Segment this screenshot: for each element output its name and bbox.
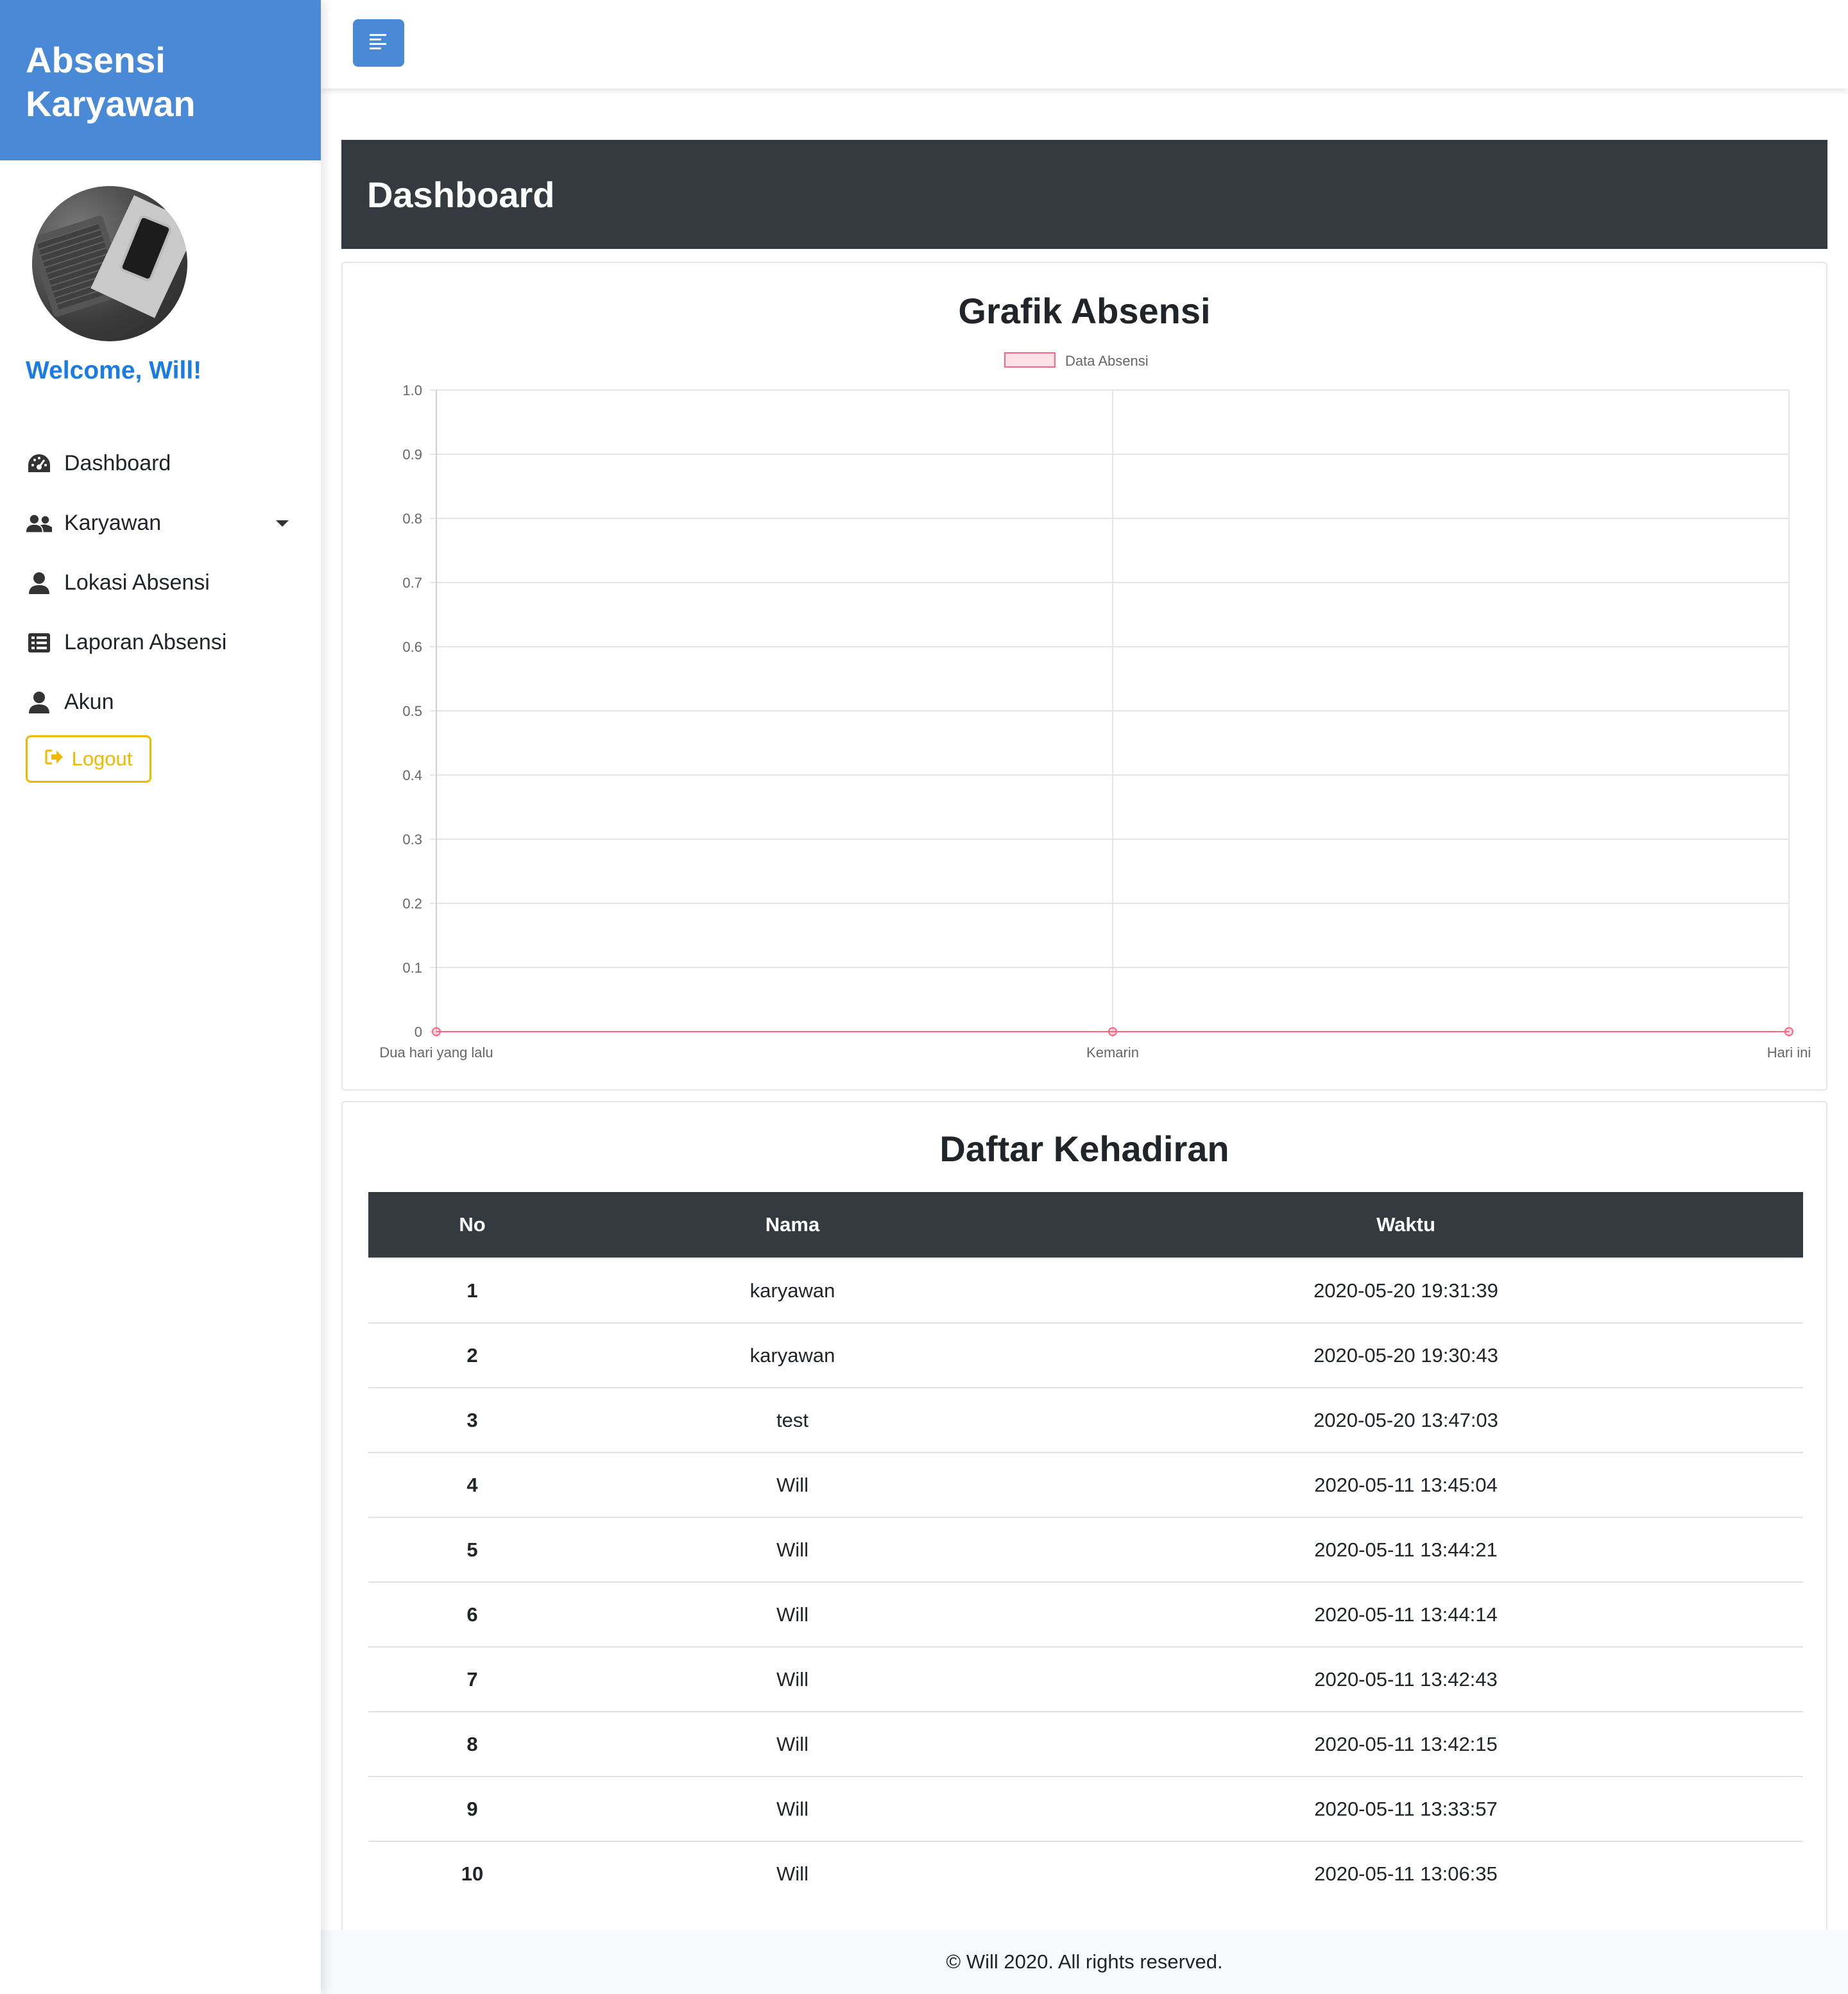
cell-no: 3: [368, 1387, 576, 1453]
table-header-row: No Nama Waktu: [368, 1192, 1803, 1258]
user-icon: [26, 689, 53, 716]
sidebar-item-label: Karyawan: [64, 511, 162, 535]
tachometer-icon: [26, 450, 53, 477]
y-tick-label: 0.6: [402, 639, 422, 655]
attendance-table-card: Daftar Kehadiran No Nama Waktu 1 karyawan…: [341, 1101, 1827, 1935]
footer: © Will 2020. All rights reserved.: [321, 1930, 1848, 1994]
table-row: 8 Will 2020-05-11 13:42:15: [368, 1711, 1803, 1777]
table-row: 10 Will 2020-05-11 13:06:35: [368, 1841, 1803, 1905]
cell-waktu: 2020-05-11 13:33:57: [1009, 1776, 1803, 1841]
cell-nama: karyawan: [576, 1257, 1009, 1323]
cell-no: 8: [368, 1711, 576, 1777]
cell-nama: Will: [576, 1581, 1009, 1647]
table-row: 1 karyawan 2020-05-20 19:31:39: [368, 1257, 1803, 1323]
cell-nama: test: [576, 1387, 1009, 1453]
cell-no: 2: [368, 1322, 576, 1388]
data-point: [432, 1027, 441, 1036]
sidebar-item-karyawan[interactable]: Karyawan: [26, 493, 295, 553]
cell-no: 4: [368, 1452, 576, 1517]
legend-label: Data Absensi: [1065, 353, 1149, 369]
data-point: [1108, 1027, 1117, 1036]
cell-no: 6: [368, 1581, 576, 1647]
y-tick-label: 0.7: [402, 575, 422, 591]
user-icon: [26, 570, 53, 597]
welcome-text: Welcome, Will!: [26, 357, 202, 384]
data-point: [1784, 1027, 1793, 1036]
cell-waktu: 2020-05-11 13:44:14: [1009, 1581, 1803, 1647]
sidebar-item-label: Akun: [64, 690, 114, 714]
y-tick-label: 0.3: [402, 831, 422, 848]
avatar: [32, 186, 187, 341]
logout-button[interactable]: Logout: [26, 735, 151, 783]
cell-waktu: 2020-05-11 13:45:04: [1009, 1452, 1803, 1517]
cell-nama: Will: [576, 1711, 1009, 1777]
x-tick-label: Dua hari yang lalu: [379, 1044, 493, 1061]
sidebar-nav: Dashboard Karyawan Lokasi Absensi Lapora…: [26, 434, 295, 732]
y-tick-label: 0.8: [402, 511, 422, 527]
sidebar-item-label: Lokasi Absensi: [64, 570, 210, 595]
logout-label: Logout: [71, 747, 133, 770]
top-navbar: [321, 0, 1848, 89]
brand[interactable]: Absensi Karyawan: [0, 0, 321, 160]
chevron-down-icon: [276, 520, 289, 527]
x-tick-label: Hari ini: [1767, 1044, 1811, 1061]
y-tick-label: 0.1: [402, 960, 422, 976]
cell-waktu: 2020-05-20 19:31:39: [1009, 1257, 1803, 1323]
cell-no: 7: [368, 1646, 576, 1712]
sidebar-item-label: Dashboard: [64, 451, 171, 475]
sidebar: Absensi Karyawan Welcome, Will! Dashboar…: [0, 0, 321, 1994]
list-icon: [26, 629, 53, 656]
column-header-nama[interactable]: Nama: [576, 1192, 1009, 1258]
table-row: 5 Will 2020-05-11 13:44:21: [368, 1517, 1803, 1582]
cell-nama: Will: [576, 1452, 1009, 1517]
y-tick-label: 0.4: [402, 767, 422, 783]
cell-waktu: 2020-05-20 19:30:43: [1009, 1322, 1803, 1388]
y-tick-label: 0.5: [402, 703, 422, 719]
sign-out-icon: [45, 747, 64, 771]
table-row: 3 test 2020-05-20 13:47:03: [368, 1387, 1803, 1453]
brand-line2: Karyawan: [26, 83, 196, 124]
y-tick-label: 0.9: [402, 447, 422, 463]
cell-nama: Will: [576, 1517, 1009, 1582]
cell-nama: Will: [576, 1646, 1009, 1712]
cell-no: 9: [368, 1776, 576, 1841]
cell-waktu: 2020-05-11 13:44:21: [1009, 1517, 1803, 1582]
page-title: Dashboard: [341, 140, 1827, 249]
cell-no: 10: [368, 1841, 576, 1905]
legend-swatch: [1004, 352, 1056, 368]
attendance-table: No Nama Waktu 1 karyawan 2020-05-20 19:31:…: [368, 1192, 1803, 1905]
cell-nama: Will: [576, 1776, 1009, 1841]
brand-line1: Absensi: [26, 40, 166, 80]
table-row: 6 Will 2020-05-11 13:44:14: [368, 1581, 1803, 1647]
y-tick-label: 0: [415, 1024, 422, 1040]
cell-waktu: 2020-05-11 13:06:35: [1009, 1841, 1803, 1905]
cell-waktu: 2020-05-11 13:42:43: [1009, 1646, 1803, 1712]
cell-no: 5: [368, 1517, 576, 1582]
table-row: 7 Will 2020-05-11 13:42:43: [368, 1646, 1803, 1712]
column-header-waktu[interactable]: Waktu: [1009, 1192, 1803, 1258]
users-icon: [26, 510, 53, 537]
cell-no: 1: [368, 1257, 576, 1323]
table-row: 4 Will 2020-05-11 13:45:04: [368, 1452, 1803, 1517]
cell-nama: karyawan: [576, 1322, 1009, 1388]
chart-card: Grafik Absensi 0 0.1 0.2 0.3 0.4 0.5 0.6 0.7 0.8…: [341, 262, 1827, 1091]
sidebar-item-akun[interactable]: Akun: [26, 672, 295, 732]
cell-waktu: 2020-05-20 13:47:03: [1009, 1387, 1803, 1453]
y-tick-label: 0.2: [402, 896, 422, 912]
table-row: 9 Will 2020-05-11 13:33:57: [368, 1776, 1803, 1841]
table-row: 2 karyawan 2020-05-20 19:30:43: [368, 1322, 1803, 1388]
attendance-chart: 0 0.1 0.2 0.3 0.4 0.5 0.6 0.7 0.8 0.9 1.0 Dua hari …: [379, 352, 1811, 1061]
cell-nama: Will: [576, 1841, 1009, 1905]
sidebar-item-lokasi-absensi[interactable]: Lokasi Absensi: [26, 553, 295, 613]
column-header-no[interactable]: No: [368, 1192, 576, 1258]
table-title: Daftar Kehadiran: [939, 1129, 1229, 1169]
align-left-icon: [368, 33, 389, 54]
y-tick-label: 1.0: [402, 382, 422, 398]
sidebar-item-laporan-absensi[interactable]: Laporan Absensi: [26, 613, 295, 672]
cell-waktu: 2020-05-11 13:42:15: [1009, 1711, 1803, 1777]
sidebar-item-dashboard[interactable]: Dashboard: [26, 434, 295, 493]
sidebar-item-label: Laporan Absensi: [64, 630, 227, 654]
sidebar-toggle-button[interactable]: [353, 19, 404, 67]
x-tick-label: Kemarin: [1086, 1044, 1139, 1061]
